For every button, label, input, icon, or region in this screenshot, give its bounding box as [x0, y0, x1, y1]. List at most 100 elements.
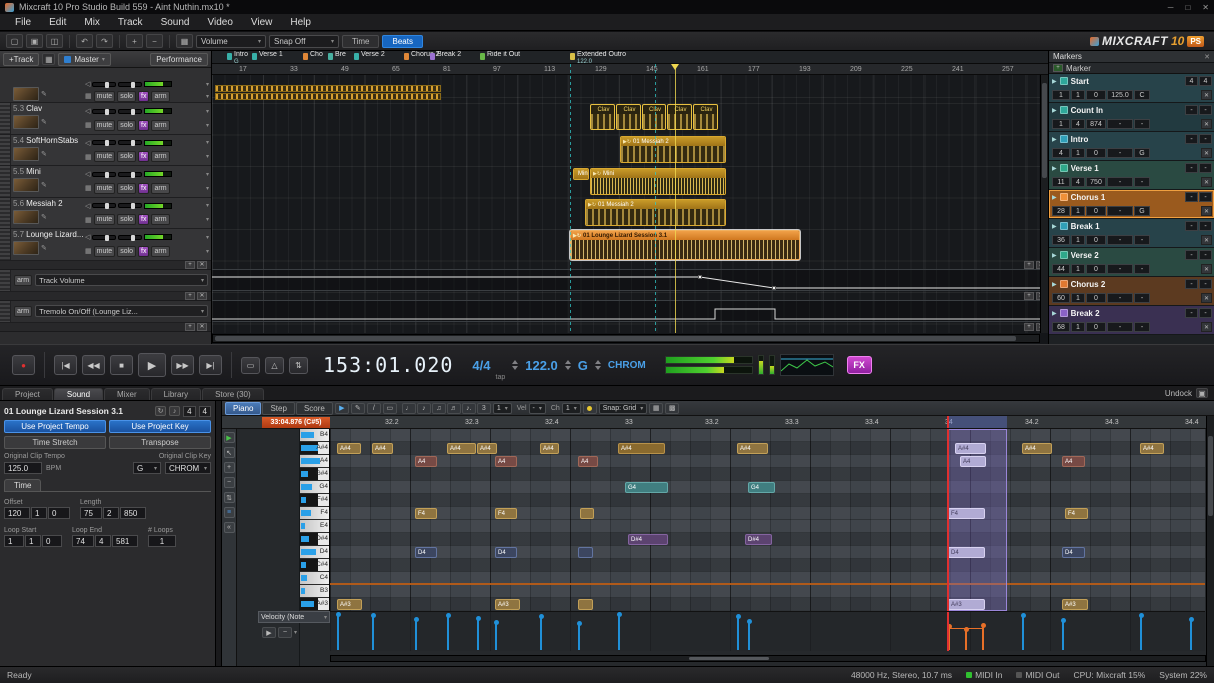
midi-in-status[interactable]: MIDI In [966, 670, 1002, 680]
marker-tick-field[interactable]: 874 [1086, 119, 1106, 129]
marker-color-chip[interactable] [1060, 106, 1068, 114]
scroll-tool-icon[interactable]: ⇅ [224, 492, 235, 503]
timeline-marker-flag[interactable]: Bre [328, 52, 346, 60]
marker-tempo-field[interactable]: - [1107, 322, 1133, 332]
velocity-stem[interactable] [578, 625, 580, 650]
automation-curves[interactable] [212, 75, 1048, 333]
transpose-button[interactable]: Transpose [109, 436, 211, 449]
clip-key-select[interactable]: G▾ [133, 462, 161, 474]
sig-stepper[interactable] [512, 360, 518, 370]
length-bar[interactable]: 75 [80, 507, 102, 519]
marker-sig-denominator[interactable]: - [1199, 134, 1212, 144]
marker-color-chip[interactable] [1060, 222, 1068, 230]
keyboard-icon[interactable]: ▦ [85, 184, 92, 192]
marker-sig-numerator[interactable]: - [1185, 308, 1198, 318]
midi-note[interactable] [578, 599, 593, 610]
marker-sig-denominator[interactable]: - [1199, 163, 1212, 173]
speaker-icon[interactable]: ◁ [85, 107, 90, 115]
editor-mode-tab[interactable]: Score [296, 402, 333, 415]
marker-row[interactable]: ▶ Chorus 2 -- 60 1 0 - - ✕ [1049, 277, 1214, 306]
note-duration-icon[interactable]: ♫ [432, 403, 446, 414]
marker-beat-field[interactable]: 4 [1071, 177, 1085, 187]
track-row-partial[interactable]: ✎ ◁▾ ▦mutesolofxarm▾ [0, 68, 211, 103]
menu-item[interactable]: File [6, 15, 40, 30]
marker-tempo-field[interactable]: - [1107, 293, 1133, 303]
piano-roll-hscrollbar[interactable] [330, 655, 1206, 662]
marker-play-icon[interactable]: ▶ [1052, 310, 1057, 317]
keyboard-icon[interactable]: ▦ [85, 121, 92, 129]
timeline-marker-flag[interactable]: Cho [303, 52, 323, 60]
mute-button[interactable]: mute [94, 246, 116, 257]
fast-forward-button[interactable]: ▶▶ [171, 355, 194, 375]
midi-note[interactable]: A#4 [618, 443, 665, 454]
marker-beat-field[interactable]: 1 [1071, 206, 1085, 216]
solo-button[interactable]: solo [117, 151, 136, 162]
clip-scale-select[interactable]: CHROM▾ [165, 462, 211, 474]
zoom-in-icon[interactable] [126, 34, 143, 48]
velocity-stem[interactable] [965, 631, 967, 650]
marker-color-chip[interactable] [1060, 280, 1068, 288]
marker-sig-denominator[interactable]: - [1199, 250, 1212, 260]
track-row[interactable]: 5.5Mini ✎ ◁▾ ▦mutesolofxarm▾ [0, 166, 211, 198]
midi-note[interactable]: D4 [415, 547, 437, 558]
editor-mode-tab[interactable]: Piano [225, 402, 261, 415]
note-duration-icon[interactable]: ♪ [417, 403, 431, 414]
speaker-icon[interactable]: ◁ [85, 170, 90, 178]
marker-tempo-field[interactable]: - [1107, 206, 1133, 216]
play-button[interactable]: ▶ [138, 353, 166, 377]
hscrollbar-thumb[interactable] [689, 657, 769, 660]
solo-button[interactable]: solo [117, 183, 136, 194]
track-view-icon[interactable] [42, 53, 55, 65]
marker-color-chip[interactable] [1060, 77, 1068, 85]
arm-button[interactable]: arm [151, 120, 169, 131]
marker-bar-field[interactable]: 1 [1052, 119, 1070, 129]
piano-key[interactable]: G4 [300, 481, 329, 494]
midi-note[interactable]: D#4 [628, 534, 668, 545]
note-duration-icon[interactable]: ♩ [402, 403, 416, 414]
clip-sig-numerator[interactable]: 4 [183, 406, 195, 417]
note-duration-icon[interactable]: 3 [477, 403, 491, 414]
num-loops-value[interactable]: 1 [148, 535, 176, 547]
midi-note[interactable]: A#3 [495, 599, 520, 610]
tempo-value[interactable]: 122.0 [525, 358, 558, 373]
panel-tab[interactable]: Sound [54, 388, 103, 400]
keyboard-icon[interactable]: ▦ [85, 92, 92, 100]
fx-button[interactable]: fx [138, 120, 149, 131]
punch-button[interactable]: ⇅ [289, 357, 308, 374]
beat-divisor-select[interactable]: 1▾ [493, 403, 512, 414]
track-grip[interactable] [0, 166, 11, 197]
midi-note[interactable]: A#4 [447, 443, 476, 454]
marker-delete-button[interactable]: ✕ [1201, 264, 1212, 274]
midi-note[interactable]: A#4 [1022, 443, 1052, 454]
panel-tab[interactable]: Project [2, 388, 53, 400]
timeline-ruler[interactable]: 1733496581971131291451611771932092252412… [212, 64, 1048, 75]
piano-key[interactable]: D#4 [300, 533, 329, 546]
automation-param-select[interactable]: Track Volume▾ [35, 274, 208, 286]
menu-item[interactable]: View [242, 15, 282, 30]
preview-play-icon[interactable]: ▶ [335, 403, 349, 414]
marker-play-icon[interactable]: ▶ [1052, 136, 1057, 143]
marker-color-chip[interactable] [1060, 309, 1068, 317]
close-button[interactable]: ✕ [1202, 3, 1209, 12]
velocity-stem[interactable] [982, 627, 984, 650]
metronome-button[interactable]: △ [265, 357, 284, 374]
mute-button[interactable]: mute [94, 214, 116, 225]
track-row[interactable]: 5.3Clav ✎ ◁▾ ▦mutesolofxarm▾ [0, 103, 211, 135]
volume-slider[interactable] [118, 140, 142, 145]
master-eq-display[interactable] [780, 354, 834, 376]
midi-note[interactable]: A4 [1062, 456, 1085, 467]
velocity-stem[interactable] [737, 618, 739, 650]
marker-tempo-field[interactable]: - [1107, 119, 1133, 129]
playhead[interactable] [947, 429, 949, 611]
marker-row[interactable]: ▶ Count In -- 1 4 874 - - ✕ [1049, 103, 1214, 132]
marker-bar-field[interactable]: 28 [1052, 206, 1070, 216]
forward-to-end-button[interactable]: ▶| [199, 355, 222, 375]
midi-note[interactable]: A#4 [737, 443, 768, 454]
menu-item[interactable]: Mix [75, 15, 109, 30]
loop-end-tick[interactable]: 581 [112, 535, 138, 547]
volume-select[interactable]: Volume▾ [196, 35, 266, 48]
collapse-icon[interactable]: « [224, 522, 235, 533]
piano-roll-ruler[interactable]: 33:04.876 (C#5) 32.232.332.43333.233.333… [222, 416, 1206, 429]
keyboard-icon[interactable]: ▦ [85, 153, 92, 161]
clip-loop-icon[interactable]: ↻ [155, 406, 166, 416]
